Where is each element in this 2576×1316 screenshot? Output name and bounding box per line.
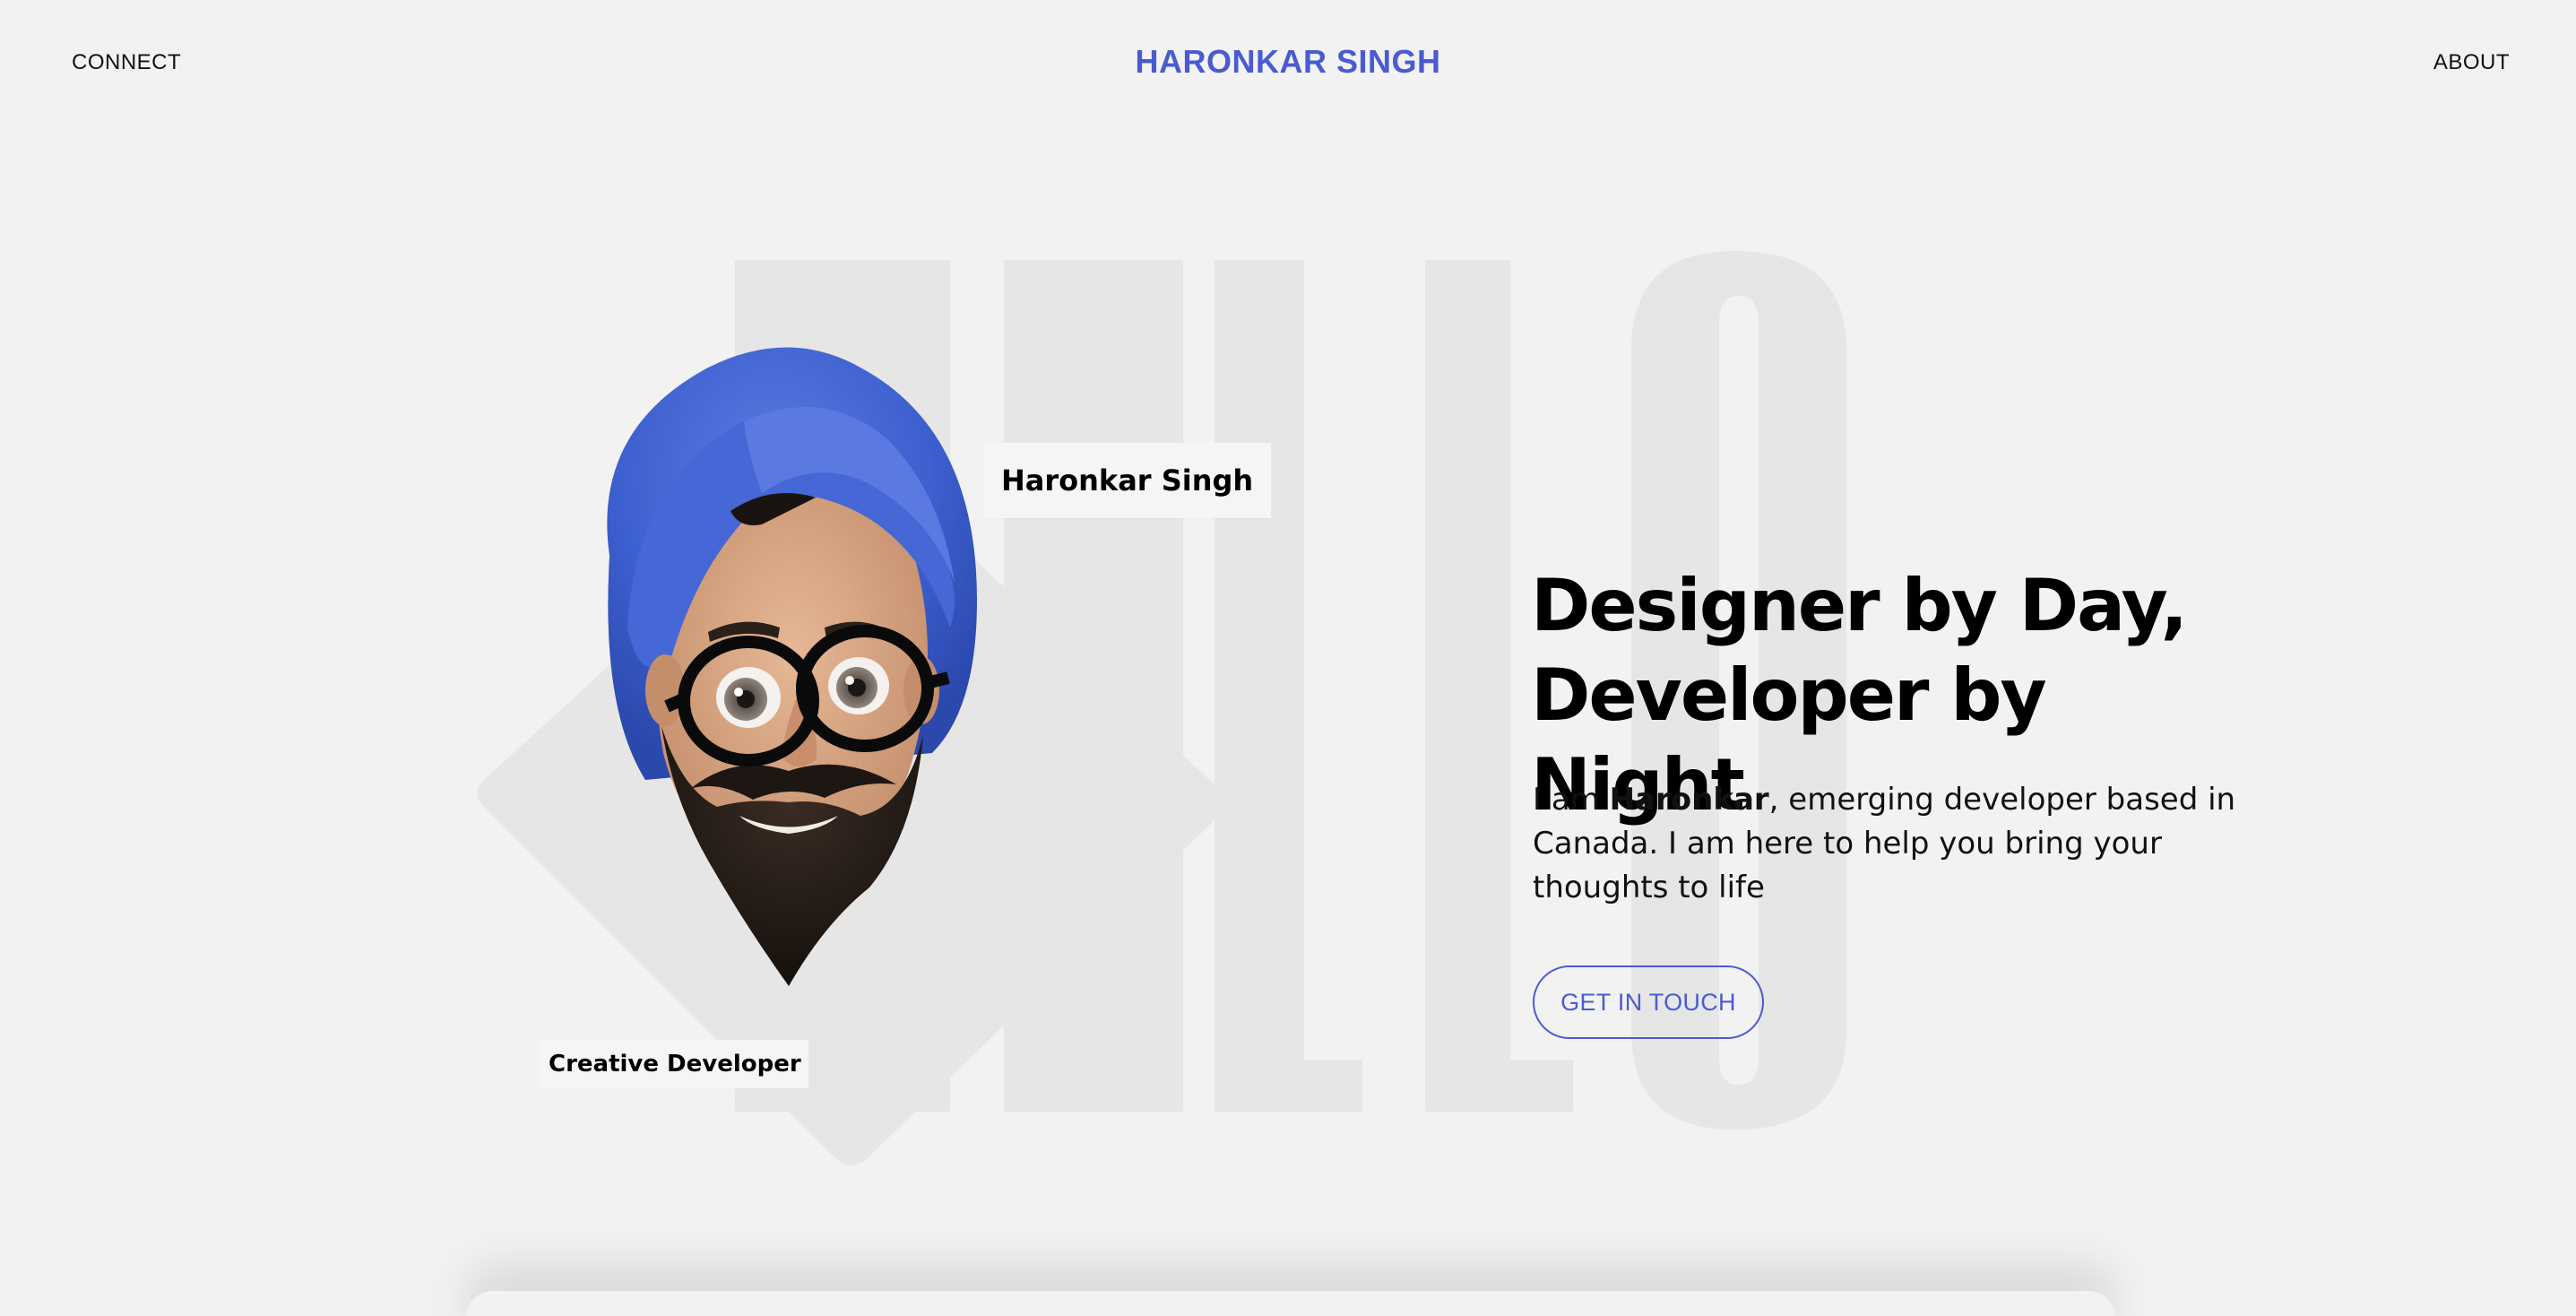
name-tag: Haronkar Singh — [983, 443, 1272, 518]
nav-about-link[interactable]: ABOUT — [2433, 50, 2510, 75]
intro-prefix: I am — [1533, 782, 1610, 818]
get-in-touch-button[interactable]: GET IN TOUCH — [1533, 965, 1764, 1039]
right-eye-highlight — [845, 676, 854, 685]
watermark-letter-l1-foot — [1215, 1060, 1362, 1112]
intro-name: Haronkar — [1609, 782, 1769, 818]
avatar-illustration — [607, 347, 977, 986]
headline-line-1: Designer by Day, — [1531, 564, 2188, 647]
next-section-card — [466, 1291, 2115, 1316]
brand-logo[interactable]: HARONKAR SINGH — [0, 43, 2576, 81]
watermark-letter-l1-spine — [1215, 260, 1304, 1112]
page: CONNECT HARONKAR SINGH ABOUT Haronkar Si… — [0, 0, 2576, 1316]
watermark-letter-l2-foot — [1425, 1060, 1573, 1112]
watermark-letter-e-bottom — [1004, 1060, 1170, 1112]
watermark-letter-e-top — [1004, 260, 1170, 309]
left-eye-highlight — [734, 688, 743, 697]
watermark-letter-l2-spine — [1425, 260, 1510, 1112]
role-tag: Creative Developer — [541, 1040, 808, 1088]
hero-intro: I am Haronkar, emerging developer based … — [1533, 778, 2268, 910]
